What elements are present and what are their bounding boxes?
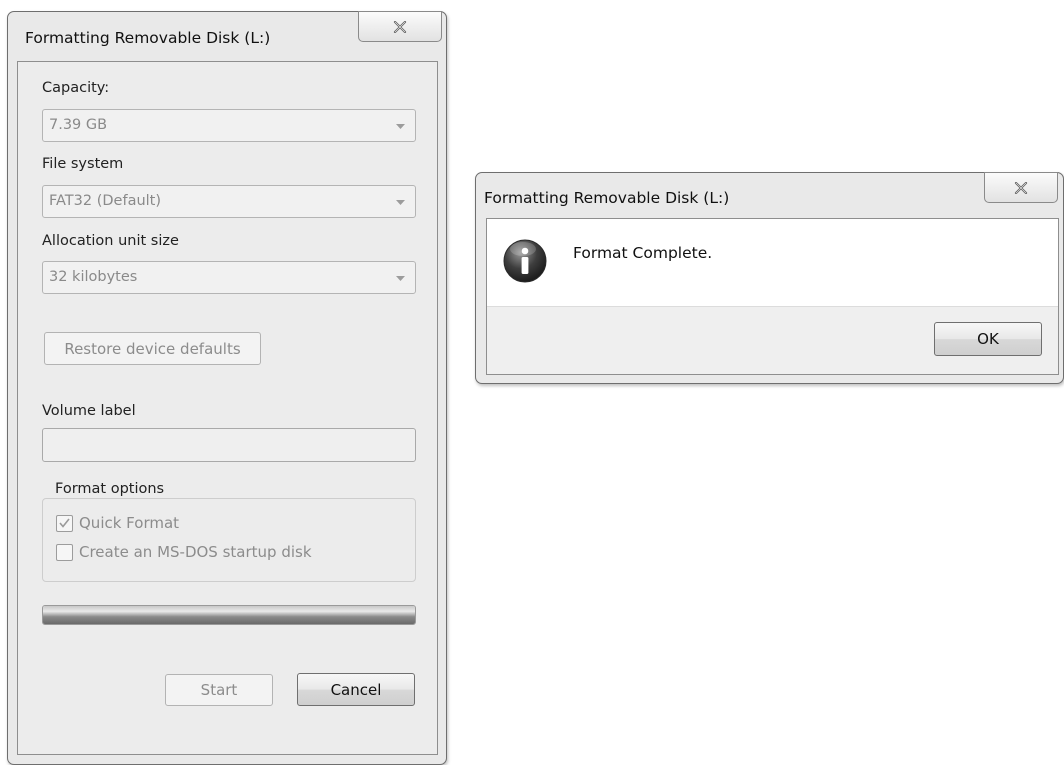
quick-format-label: Quick Format bbox=[79, 514, 180, 532]
close-icon bbox=[1014, 181, 1028, 194]
chevron-down-icon bbox=[396, 276, 405, 281]
format-dialog: Formatting Removable Disk (L:) Capacity:… bbox=[7, 11, 447, 765]
format-complete-dialog: Formatting Removable Disk (L:) Format Co… bbox=[475, 172, 1064, 384]
file-system-dropdown[interactable]: FAT32 (Default) bbox=[42, 185, 416, 218]
ok-button[interactable]: OK bbox=[934, 322, 1042, 356]
cancel-button[interactable]: Cancel bbox=[297, 673, 415, 706]
format-complete-message: Format Complete. bbox=[573, 244, 713, 262]
close-icon bbox=[393, 20, 407, 33]
format-dialog-body: Capacity: 7.39 GB File system FAT32 (Def… bbox=[17, 61, 438, 755]
format-dialog-title: Formatting Removable Disk (L:) bbox=[25, 29, 271, 47]
start-button[interactable]: Start bbox=[165, 674, 273, 706]
volume-label-label: Volume label bbox=[42, 403, 136, 419]
capacity-value: 7.39 GB bbox=[49, 117, 108, 133]
format-progress-bar bbox=[42, 605, 416, 625]
format-options-legend: Format options bbox=[50, 481, 170, 497]
format-dialog-close-button[interactable] bbox=[358, 11, 442, 42]
capacity-dropdown[interactable]: 7.39 GB bbox=[42, 109, 416, 142]
allocation-unit-label: Allocation unit size bbox=[42, 233, 179, 249]
capacity-label: Capacity: bbox=[42, 80, 110, 96]
msdos-startup-option[interactable]: Create an MS-DOS startup disk bbox=[56, 543, 312, 561]
volume-label-input[interactable] bbox=[42, 428, 416, 462]
file-system-value: FAT32 (Default) bbox=[49, 193, 162, 209]
restore-defaults-button[interactable]: Restore device defaults bbox=[44, 332, 261, 365]
allocation-unit-dropdown[interactable]: 32 kilobytes bbox=[42, 261, 416, 294]
msdos-startup-checkbox[interactable] bbox=[56, 543, 73, 561]
info-icon bbox=[503, 239, 547, 283]
chevron-down-icon bbox=[396, 200, 405, 205]
format-complete-close-button[interactable] bbox=[984, 172, 1058, 203]
format-options-group bbox=[42, 498, 416, 582]
message-area: Format Complete. bbox=[487, 219, 1058, 306]
allocation-unit-value: 32 kilobytes bbox=[49, 269, 138, 285]
format-complete-title: Formatting Removable Disk (L:) bbox=[484, 189, 730, 207]
checkmark-icon bbox=[59, 518, 70, 528]
format-complete-body: Format Complete. OK bbox=[486, 218, 1059, 375]
chevron-down-icon bbox=[396, 124, 405, 129]
format-progress-fill bbox=[43, 606, 415, 624]
quick-format-option[interactable]: Quick Format bbox=[56, 514, 179, 532]
file-system-label: File system bbox=[42, 156, 124, 172]
message-button-area: OK bbox=[487, 306, 1058, 374]
quick-format-checkbox[interactable] bbox=[56, 514, 73, 532]
msdos-startup-label: Create an MS-DOS startup disk bbox=[79, 543, 312, 561]
